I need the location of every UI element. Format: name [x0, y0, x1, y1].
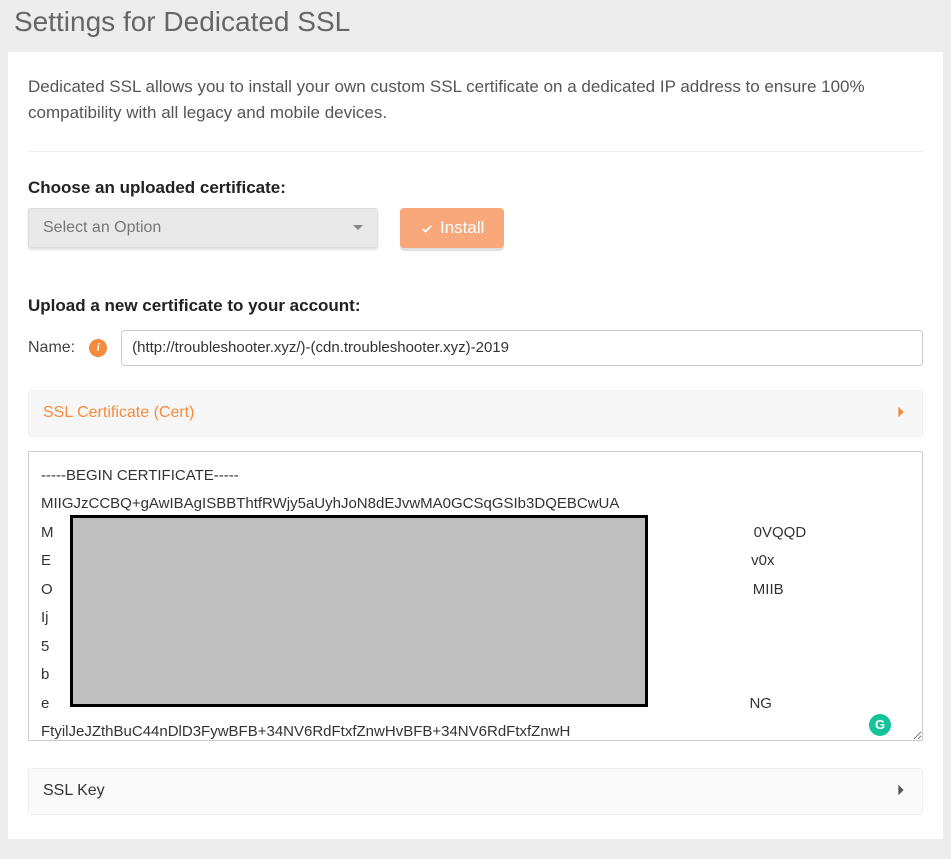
ssl-key-header-label: SSL Key: [43, 782, 105, 800]
ssl-cert-header-label: SSL Certificate (Cert): [43, 404, 194, 422]
ssl-cert-accordion: SSL Certificate (Cert): [28, 390, 923, 437]
ssl-cert-accordion-header[interactable]: SSL Certificate (Cert): [29, 391, 922, 436]
name-label: Name:: [28, 339, 75, 357]
certificate-select[interactable]: Select an Option: [28, 208, 378, 248]
ssl-key-accordion-header[interactable]: SSL Key: [29, 769, 922, 814]
intro-text: Dedicated SSL allows you to install your…: [28, 74, 923, 152]
ssl-cert-textarea[interactable]: [28, 451, 923, 741]
choose-certificate-label: Choose an uploaded certificate:: [28, 178, 923, 198]
upload-heading: Upload a new certificate to your account…: [28, 296, 923, 316]
install-button[interactable]: Install: [400, 208, 504, 248]
page-title: Settings for Dedicated SSL: [8, 0, 943, 52]
settings-card: Dedicated SSL allows you to install your…: [8, 52, 943, 839]
certificate-name-input[interactable]: [121, 330, 923, 366]
certificate-select-placeholder: Select an Option: [43, 219, 161, 237]
chevron-right-icon: [894, 403, 908, 424]
caret-down-icon: [353, 225, 363, 230]
check-icon: [420, 221, 434, 235]
chevron-right-icon: [894, 781, 908, 802]
install-button-label: Install: [440, 218, 484, 238]
ssl-key-accordion: SSL Key: [28, 768, 923, 815]
info-icon[interactable]: i: [89, 339, 107, 357]
grammarly-icon[interactable]: G: [869, 714, 891, 736]
